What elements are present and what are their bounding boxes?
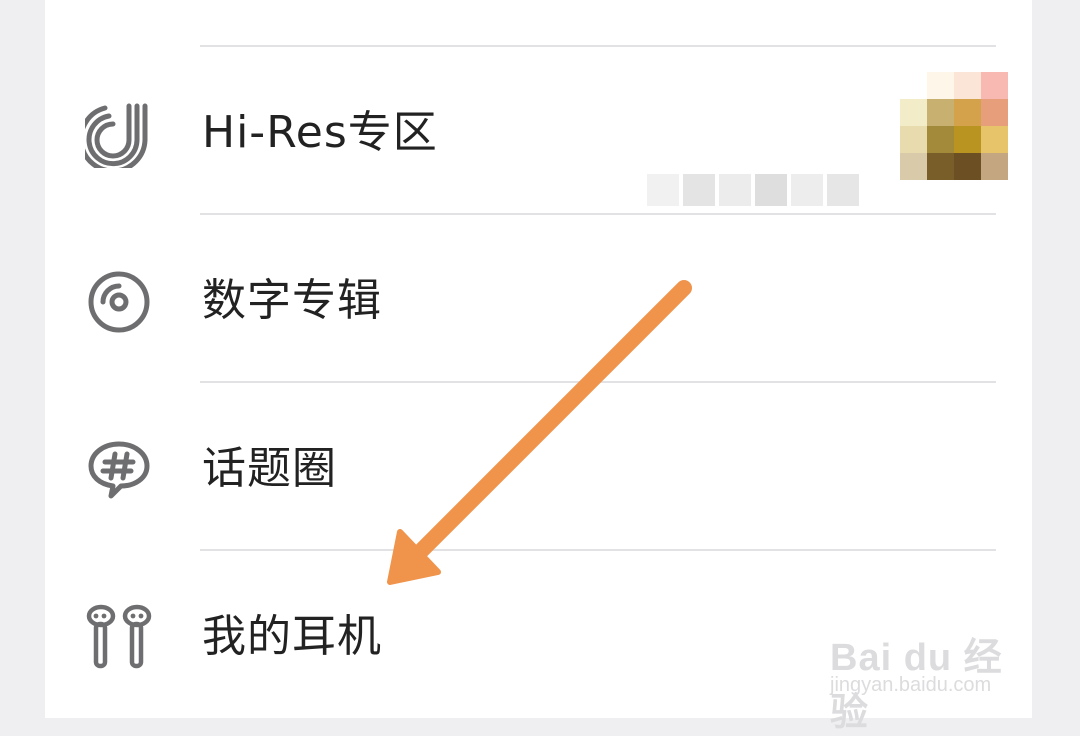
menu-item-hi-res[interactable]: Hi-Res专区 bbox=[45, 56, 1032, 206]
watermark-url: jingyan.baidu.com bbox=[830, 674, 992, 696]
menu-item-digital-album[interactable]: 数字专辑 bbox=[45, 224, 1032, 374]
blurred-thumbnail bbox=[900, 72, 1008, 180]
menu-item-topic-circle[interactable]: 话题圈 bbox=[45, 392, 1032, 542]
menu-item-label: Hi-Res专区 bbox=[202, 107, 438, 158]
blurred-promo-text bbox=[647, 164, 887, 216]
menu-item-label: 话题圈 bbox=[202, 443, 337, 494]
menu-item-label: 我的耳机 bbox=[202, 611, 382, 662]
baidu-watermark: Bai du 经验 jingyan.baidu.com bbox=[826, 612, 1026, 734]
hashtag-chat-icon bbox=[85, 436, 153, 504]
divider bbox=[200, 45, 996, 47]
earbuds-icon bbox=[85, 602, 153, 670]
divider bbox=[200, 381, 996, 383]
disc-icon bbox=[85, 268, 153, 336]
hi-res-icon bbox=[85, 100, 153, 168]
menu-item-label: 数字专辑 bbox=[202, 275, 382, 326]
divider bbox=[200, 549, 996, 551]
